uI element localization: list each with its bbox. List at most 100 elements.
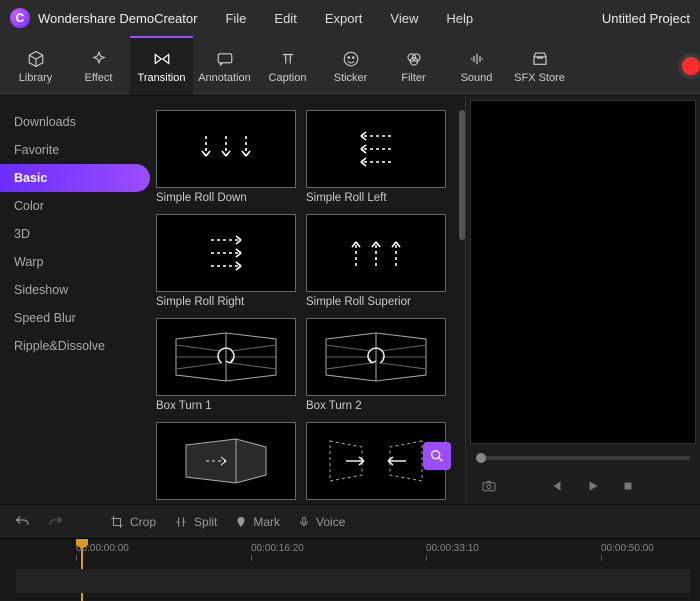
chat-icon [216, 50, 234, 68]
sidebar-item-basic[interactable]: Basic [0, 164, 150, 192]
snapshot-button[interactable] [480, 478, 498, 494]
sidebar-item-sideshow[interactable]: Sideshow [0, 276, 150, 304]
transition-thumb [156, 318, 296, 396]
transition-gallery: Simple Roll Down Simple Roll Left Simple… [150, 96, 465, 504]
edit-toolbar: Crop Split Mark Voice [0, 504, 700, 538]
sidebar-item-label: 3D [14, 227, 30, 241]
preview-viewport [470, 100, 696, 444]
transition-item[interactable]: Box Turn 1 [156, 318, 296, 416]
play-button[interactable] [586, 479, 600, 493]
marker-icon [235, 515, 247, 529]
sidebar-item-label: Downloads [14, 115, 76, 129]
gallery-scrollbar[interactable] [459, 110, 465, 498]
transition-label: Simple Roll Superior [306, 296, 446, 312]
mic-icon [298, 515, 310, 529]
transition-item[interactable]: Simple Roll Right [156, 214, 296, 312]
sidebar-item-warp[interactable]: Warp [0, 248, 150, 276]
tab-label: Transition [138, 72, 186, 84]
transition-label: Box Turn 2 [306, 400, 446, 416]
menu-bar: File Edit Export View Help [225, 11, 473, 26]
sidebar-item-label: Sideshow [14, 283, 68, 297]
scrubber-knob[interactable] [476, 453, 486, 463]
sound-icon [467, 50, 487, 68]
smile-icon [342, 50, 360, 68]
sidebar-item-label: Favorite [14, 143, 59, 157]
sidebar-item-label: Basic [14, 171, 47, 185]
search-icon [429, 448, 445, 464]
tab-label: Filter [401, 72, 425, 84]
prev-icon [550, 479, 564, 493]
sidebar-item-color[interactable]: Color [0, 192, 150, 220]
redo-button[interactable] [48, 514, 64, 530]
menu-view[interactable]: View [390, 11, 418, 26]
menu-file[interactable]: File [225, 11, 246, 26]
search-button[interactable] [423, 442, 451, 470]
tab-caption[interactable]: Caption [256, 36, 319, 95]
tab-label: Effect [85, 72, 113, 84]
record-button[interactable] [678, 53, 700, 79]
tab-filter[interactable]: Filter [382, 36, 445, 95]
sidebar-item-3d[interactable]: 3D [0, 220, 150, 248]
transition-item[interactable]: Cube [156, 422, 296, 504]
tab-sound[interactable]: Sound [445, 36, 508, 95]
timeline-ruler[interactable]: 00:00:00:00 00:00:16:20 00:00:33:10 00:0… [16, 539, 700, 559]
split-button[interactable]: Split [174, 515, 217, 529]
voice-button[interactable]: Voice [298, 515, 345, 529]
tab-sticker[interactable]: Sticker [319, 36, 382, 95]
menu-edit[interactable]: Edit [274, 11, 296, 26]
transition-label: Simple Roll Down [156, 192, 296, 208]
camera-icon [480, 478, 498, 494]
tab-label: Sound [461, 72, 493, 84]
tab-transition[interactable]: Transition [130, 36, 193, 95]
transition-item[interactable]: Simple Roll Superior [306, 214, 446, 312]
tab-annotation[interactable]: Annotation [193, 36, 256, 95]
transition-thumb [306, 318, 446, 396]
tab-effect[interactable]: Effect [67, 36, 130, 95]
stop-button[interactable] [622, 480, 634, 492]
transition-icon [152, 50, 172, 68]
project-title: Untitled Project [602, 11, 690, 26]
transition-thumb [156, 214, 296, 292]
app-name: Wondershare DemoCreator [38, 11, 197, 26]
sidebar-item-speed-blur[interactable]: Speed Blur [0, 304, 150, 332]
tab-label: SFX Store [514, 72, 565, 84]
stop-icon [622, 480, 634, 492]
ruler-tick: 00:00:16:20 [251, 543, 304, 554]
undo-icon [14, 514, 30, 530]
redo-icon [48, 514, 64, 530]
transition-thumb [156, 422, 296, 500]
crop-button[interactable]: Crop [110, 515, 156, 529]
transition-label: Simple Roll Left [306, 192, 446, 208]
play-icon [586, 479, 600, 493]
undo-button[interactable] [14, 514, 30, 530]
prev-button[interactable] [550, 479, 564, 493]
sparkle-icon [90, 50, 108, 68]
timeline-lane[interactable] [16, 569, 690, 593]
workspace: Downloads Favorite Basic Color 3D Warp S… [0, 96, 700, 504]
timeline[interactable]: 00:00:00:00 00:00:16:20 00:00:33:10 00:0… [0, 538, 700, 600]
crop-icon [110, 515, 124, 529]
tab-label: Sticker [334, 72, 368, 84]
ruler-tick: 00:00:50:00 [601, 543, 654, 554]
playhead[interactable] [76, 539, 88, 549]
tab-sfx-store[interactable]: SFX Store [508, 36, 571, 95]
transition-item[interactable]: Box Turn 2 [306, 318, 446, 416]
transition-item[interactable]: Simple Roll Left [306, 110, 446, 208]
caption-icon [279, 50, 297, 68]
sidebar-item-favorite[interactable]: Favorite [0, 136, 150, 164]
mark-button[interactable]: Mark [235, 515, 280, 529]
sidebar-item-ripple-dissolve[interactable]: Ripple&Dissolve [0, 332, 150, 360]
preview-scrubber[interactable] [466, 448, 700, 468]
sidebar-item-label: Color [14, 199, 44, 213]
sidebar-item-downloads[interactable]: Downloads [0, 108, 150, 136]
transition-label: Simple Roll Right [156, 296, 296, 312]
store-icon [531, 50, 549, 68]
tab-library[interactable]: Library [4, 36, 67, 95]
transition-thumb [306, 214, 446, 292]
menu-help[interactable]: Help [446, 11, 473, 26]
crop-label: Crop [130, 515, 156, 529]
preview-controls [466, 468, 700, 504]
menu-export[interactable]: Export [325, 11, 363, 26]
transition-item[interactable]: Simple Roll Down [156, 110, 296, 208]
sidebar-item-label: Speed Blur [14, 311, 76, 325]
